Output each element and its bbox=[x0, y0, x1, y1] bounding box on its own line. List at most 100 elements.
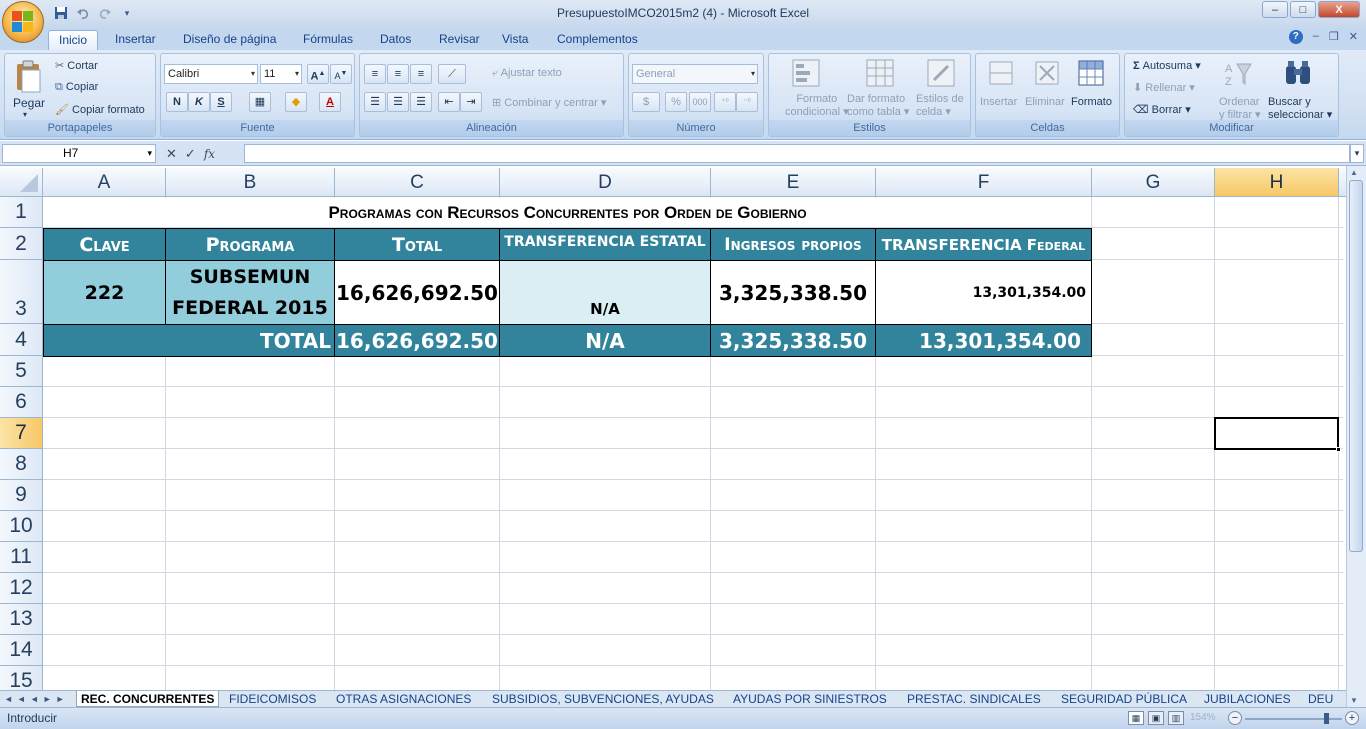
expand-formula-bar-icon[interactable]: ▾ bbox=[1350, 144, 1364, 163]
copy-button[interactable]: ⧉ Copiar bbox=[55, 81, 98, 94]
fill-color-icon[interactable]: ◆ bbox=[285, 92, 307, 112]
row-header-9[interactable]: 9 bbox=[0, 480, 43, 511]
header-cell-transferencia-estatal[interactable]: TRANSFERENCIA ESTATAL bbox=[499, 228, 711, 261]
header-cell-clave[interactable]: Clave bbox=[43, 228, 166, 261]
office-button[interactable] bbox=[2, 1, 44, 43]
tab-complementos[interactable]: Complementos bbox=[547, 30, 648, 50]
clear-button[interactable]: ⌫ Borrar ▾ bbox=[1133, 103, 1191, 116]
row-header-8[interactable]: 8 bbox=[0, 449, 43, 480]
header-cell-programa[interactable]: Programa bbox=[165, 228, 335, 261]
zoom-slider-thumb[interactable] bbox=[1324, 713, 1329, 724]
sheet-nav-arrows[interactable]: ◄◄◄►► bbox=[4, 691, 69, 707]
wrap-text-button[interactable]: ⤶ Ajustar texto bbox=[492, 67, 562, 80]
number-format-combo[interactable]: General ▾ bbox=[632, 64, 758, 84]
format-as-table-button[interactable]: Dar formato como tabla ▾ bbox=[847, 93, 909, 119]
row-header-4[interactable]: 4 bbox=[0, 324, 43, 356]
autosum-button[interactable]: Σ Autosuma ▾ bbox=[1133, 59, 1201, 72]
sheet-tab-jubilaciones[interactable]: JUBILACIONES bbox=[1200, 691, 1295, 707]
percent-button[interactable]: % bbox=[665, 92, 687, 112]
column-header-h[interactable]: H bbox=[1215, 168, 1339, 197]
paste-button[interactable]: Pegar bbox=[13, 96, 45, 110]
bold-button[interactable]: N bbox=[166, 92, 188, 112]
conditional-format-icon[interactable] bbox=[791, 58, 823, 90]
format-as-table-icon[interactable] bbox=[865, 58, 897, 90]
cell-d3-estatal[interactable]: N/A bbox=[499, 260, 711, 325]
row-header-12[interactable]: 12 bbox=[0, 573, 43, 604]
orientation-icon[interactable]: ⟋ bbox=[438, 64, 466, 84]
cell-f4-federal[interactable]: 13,301,354.00 bbox=[875, 324, 1092, 357]
row-header-14[interactable]: 14 bbox=[0, 635, 43, 666]
align-left-icon[interactable]: ☰ bbox=[364, 92, 386, 112]
select-all-corner[interactable] bbox=[0, 168, 43, 197]
sort-filter-button[interactable]: Ordenar y filtrar ▾ bbox=[1219, 96, 1261, 122]
sort-filter-icon[interactable]: AZ bbox=[1223, 58, 1255, 90]
borders-icon[interactable]: ▦ bbox=[249, 92, 271, 112]
column-header-e[interactable]: E bbox=[711, 168, 876, 197]
vertical-scroll-thumb[interactable] bbox=[1349, 180, 1363, 552]
column-header-b[interactable]: B bbox=[166, 168, 335, 197]
merge-center-button[interactable]: ⊞ Combinar y centrar ▾ bbox=[492, 96, 606, 109]
tab-diseno-pagina[interactable]: Diseño de página bbox=[173, 30, 286, 50]
row-header-5[interactable]: 5 bbox=[0, 356, 43, 387]
row-header-2[interactable]: 2 bbox=[0, 228, 43, 260]
tab-revisar[interactable]: Revisar bbox=[429, 30, 490, 50]
scroll-down-icon[interactable]: ▼ bbox=[1350, 696, 1358, 705]
workbook-restore-icon[interactable]: ❐ bbox=[1329, 30, 1339, 44]
column-header-i[interactable] bbox=[1339, 168, 1346, 197]
increase-decimal-icon[interactable]: ⁺⁰ bbox=[714, 92, 736, 112]
insert-function-button[interactable]: fx bbox=[204, 147, 215, 161]
column-header-f[interactable]: F bbox=[876, 168, 1092, 197]
format-cells-button[interactable]: Formato bbox=[1071, 96, 1112, 108]
column-header-d[interactable]: D bbox=[500, 168, 711, 197]
align-top-icon[interactable]: ≡ bbox=[364, 64, 386, 84]
confirm-entry-icon[interactable]: ✓ bbox=[185, 146, 196, 162]
thousands-button[interactable]: 000 bbox=[689, 92, 711, 112]
header-cell-transferencia-federal[interactable]: TRANSFERENCIA Federal bbox=[875, 228, 1092, 261]
cut-button[interactable]: ✂ Cortar bbox=[55, 59, 98, 72]
zoom-out-icon[interactable]: − bbox=[1228, 711, 1242, 725]
workbook-close-icon[interactable]: ✕ bbox=[1349, 30, 1358, 44]
font-name-combo[interactable]: Calibri ▾ bbox=[164, 64, 258, 84]
cell-e4-propios[interactable]: 3,325,338.50 bbox=[710, 324, 876, 357]
cell-f3-federal[interactable]: 13,301,354.00 bbox=[875, 260, 1092, 325]
insert-cells-button[interactable]: Insertar bbox=[980, 96, 1017, 108]
row-header-13[interactable]: 13 bbox=[0, 604, 43, 635]
shrink-font-button[interactable]: A▼ bbox=[330, 64, 352, 84]
fill-button[interactable]: ⬇ Rellenar ▾ bbox=[1133, 81, 1195, 94]
maximize-button[interactable]: □ bbox=[1290, 1, 1316, 18]
increase-indent-icon[interactable]: ⇥ bbox=[460, 92, 482, 112]
underline-button[interactable]: S bbox=[210, 92, 232, 112]
delete-cells-button[interactable]: Eliminar bbox=[1025, 96, 1065, 108]
conditional-format-button[interactable]: Formato condicional ▾ bbox=[785, 93, 849, 119]
tab-formulas[interactable]: Fórmulas bbox=[293, 30, 363, 50]
format-cells-icon[interactable] bbox=[1076, 58, 1108, 90]
decrease-decimal-icon[interactable]: ⁻⁰ bbox=[736, 92, 758, 112]
find-select-button[interactable]: Buscar y seleccionar ▾ bbox=[1268, 96, 1332, 122]
sheet-tab-rec-concurrentes[interactable]: REC. CONCURRENTES bbox=[76, 691, 220, 707]
vertical-scrollbar[interactable]: ▲ ▼ bbox=[1346, 166, 1366, 707]
format-painter-button[interactable]: 🖌 Copiar formato bbox=[55, 103, 145, 116]
italic-button[interactable]: K bbox=[188, 92, 210, 112]
row-header-3[interactable]: 3 bbox=[0, 260, 43, 324]
page-break-view-icon[interactable]: ▥ bbox=[1168, 711, 1184, 725]
row-header-1[interactable]: 1 bbox=[0, 197, 43, 228]
cell-d4-estatal[interactable]: N/A bbox=[499, 324, 711, 357]
cell-e3-propios[interactable]: 3,325,338.50 bbox=[710, 260, 876, 325]
sheet-tab-subsidios[interactable]: SUBSIDIOS, SUBVENCIONES, AYUDAS bbox=[488, 691, 718, 707]
zoom-level[interactable]: 154% bbox=[1190, 712, 1216, 723]
row-header-10[interactable]: 10 bbox=[0, 511, 43, 542]
sheet-tab-seguridad-publica[interactable]: SEGURIDAD PÚBLICA bbox=[1057, 691, 1191, 707]
close-button[interactable]: X bbox=[1318, 1, 1360, 18]
sheet-tab-deu[interactable]: DEU bbox=[1304, 691, 1337, 707]
cancel-entry-icon[interactable]: ✕ bbox=[166, 146, 177, 162]
formula-input[interactable] bbox=[244, 144, 1350, 163]
sheet-title-cell[interactable]: Programas con Recursos Concurrentes por … bbox=[44, 198, 1091, 227]
delete-cells-icon[interactable] bbox=[1032, 58, 1064, 90]
binoculars-icon[interactable] bbox=[1283, 58, 1315, 90]
column-header-a[interactable]: A bbox=[43, 168, 166, 197]
cell-styles-button[interactable]: Estilos de celda ▾ bbox=[916, 93, 964, 119]
cell-a4-total-label[interactable]: TOTAL bbox=[43, 324, 335, 357]
paste-icon[interactable] bbox=[13, 60, 45, 93]
header-cell-ingresos-propios[interactable]: Ingresos propios bbox=[710, 228, 876, 261]
row-header-7[interactable]: 7 bbox=[0, 418, 43, 449]
